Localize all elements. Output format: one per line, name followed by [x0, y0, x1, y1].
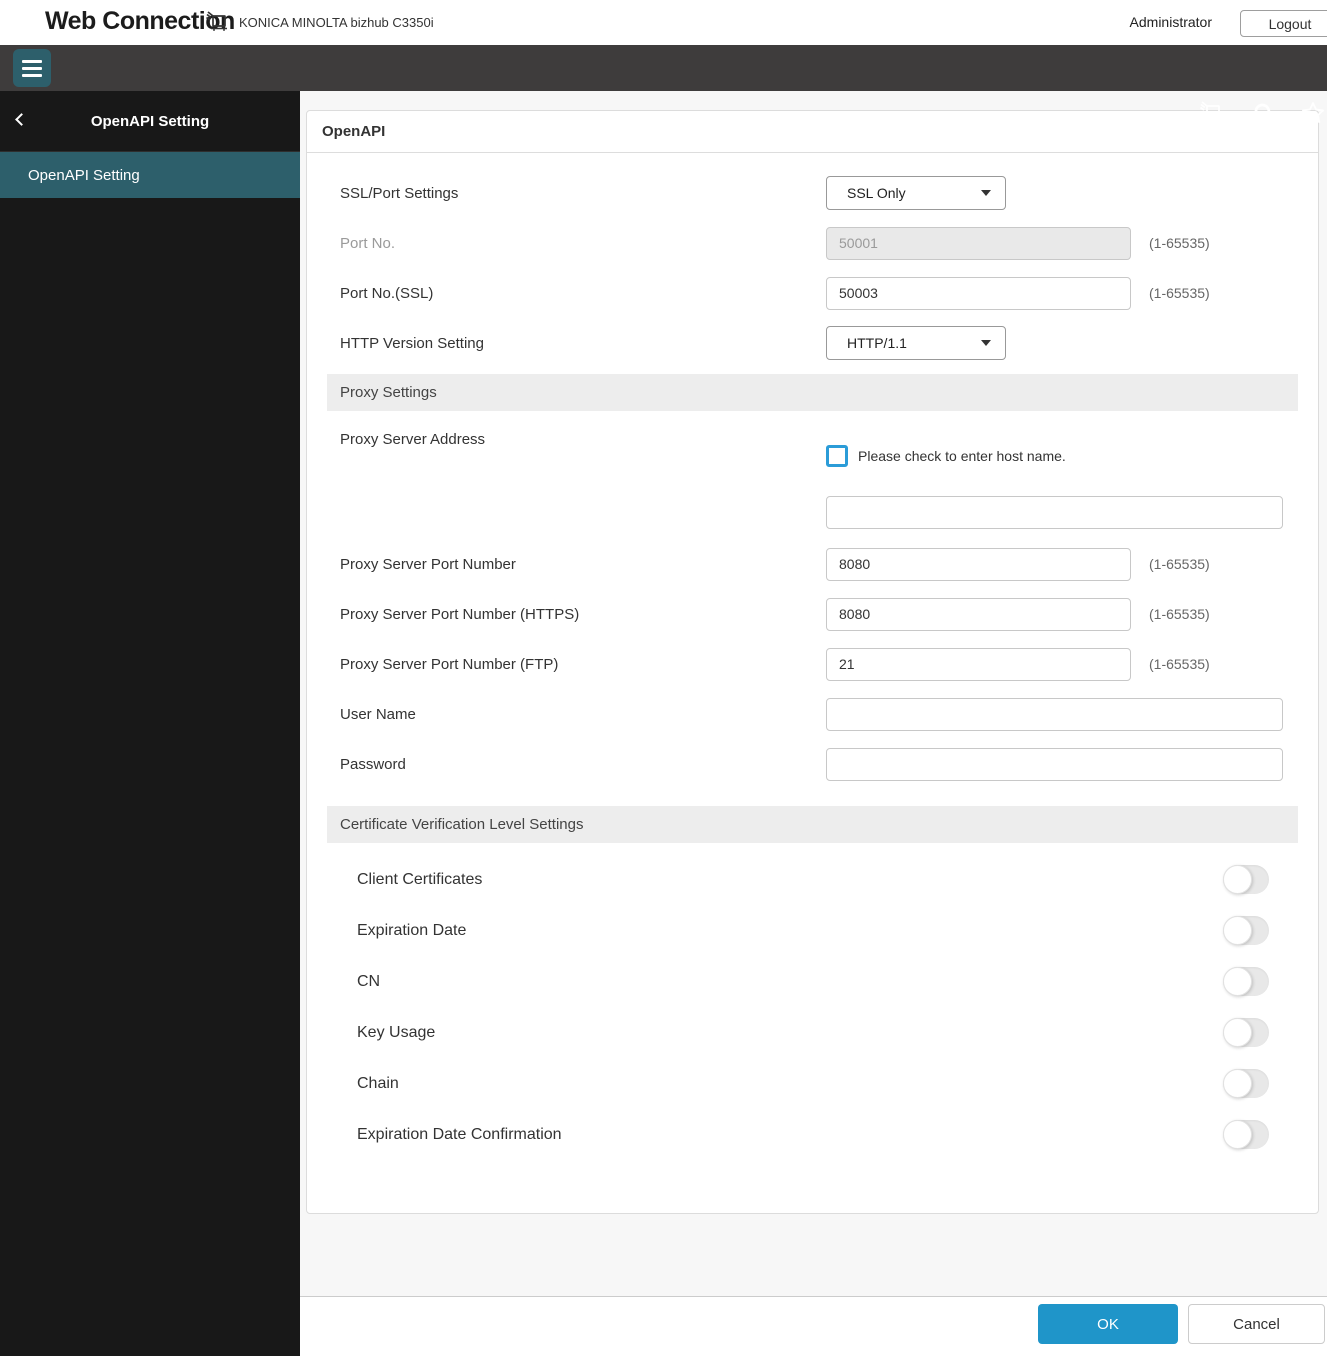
expiration-date-confirmation-label: Expiration Date Confirmation — [357, 1125, 562, 1143]
chain-toggle[interactable] — [1223, 1069, 1269, 1098]
proxy-server-address-input[interactable] — [826, 496, 1283, 529]
device-name: KONICA MINOLTA bizhub C3350i — [239, 14, 434, 30]
cn-row: CN — [307, 956, 1318, 1007]
sidebar-item-label: OpenAPI Setting — [28, 166, 140, 184]
port-no-ssl-label: Port No.(SSL) — [340, 284, 434, 302]
host-name-checkbox-label: Please check to enter host name. — [858, 448, 1066, 464]
client-certificates-label: Client Certificates — [357, 870, 483, 888]
http-version-select[interactable]: HTTP/1.1 — [826, 326, 1006, 360]
host-name-checkbox[interactable] — [826, 445, 848, 467]
toggle-knob — [1223, 1120, 1252, 1149]
proxy-port-https-row: Proxy Server Port Number (HTTPS) (1-6553… — [307, 589, 1318, 639]
footer-action-bar: OK Cancel — [300, 1296, 1327, 1356]
certificate-verification-section-header: Certificate Verification Level Settings — [327, 806, 1298, 843]
proxy-port-range-hint: (1-65535) — [1149, 556, 1210, 572]
port-no-row: Port No. (1-65535) — [307, 218, 1318, 268]
cn-label: CN — [357, 972, 381, 990]
device-printer-icon[interactable] — [1198, 98, 1226, 126]
sidebar-header: OpenAPI Setting — [0, 91, 300, 152]
cn-toggle[interactable] — [1223, 967, 1269, 996]
proxy-port-input[interactable] — [826, 547, 1131, 581]
search-icon[interactable] — [1250, 99, 1278, 127]
user-name-row: User Name — [307, 689, 1318, 739]
hamburger-icon — [22, 59, 42, 63]
certificate-toggle-list: Client Certificates Expiration Date CN K… — [307, 854, 1318, 1160]
sidebar-title: OpenAPI Setting — [90, 112, 210, 130]
toggle-knob — [1223, 1069, 1252, 1098]
password-label: Password — [340, 755, 406, 773]
printer-icon — [205, 9, 231, 35]
toggle-knob — [1223, 967, 1252, 996]
key-usage-label: Key Usage — [357, 1023, 436, 1041]
sidebar: OpenAPI Setting OpenAPI Setting — [0, 91, 300, 1356]
proxy-server-address-label: Proxy Server Address — [340, 431, 486, 448]
password-row: Password — [307, 739, 1318, 789]
expiration-date-row: Expiration Date — [307, 905, 1318, 956]
user-name-label: User Name — [340, 705, 416, 723]
openapi-card: OpenAPI SSL/Port Settings SSL Only Port … — [306, 110, 1319, 1214]
main-content: OpenAPI SSL/Port Settings SSL Only Port … — [300, 91, 1327, 1296]
toggle-knob — [1223, 916, 1252, 945]
page-title: OpenAPI — [307, 111, 1318, 153]
ssl-port-settings-label: SSL/Port Settings — [340, 184, 459, 202]
proxy-port-ftp-row: Proxy Server Port Number (FTP) (1-65535) — [307, 639, 1318, 689]
port-no-ssl-row: Port No.(SSL) (1-65535) — [307, 268, 1318, 318]
proxy-server-address-row: Proxy Server Address Please check to ent… — [307, 411, 1318, 539]
key-usage-row: Key Usage — [307, 1007, 1318, 1058]
port-no-ssl-input[interactable] — [826, 276, 1131, 310]
menu-button[interactable] — [13, 49, 51, 87]
ssl-port-settings-select[interactable]: SSL Only — [826, 176, 1006, 210]
device-info: KONICA MINOLTA bizhub C3350i — [205, 9, 434, 35]
logout-button[interactable]: Logout — [1240, 10, 1327, 37]
client-certificates-row: Client Certificates — [307, 854, 1318, 905]
toggle-knob — [1223, 865, 1252, 894]
expiration-date-toggle[interactable] — [1223, 916, 1269, 945]
key-usage-toggle[interactable] — [1223, 1018, 1269, 1047]
http-version-row: HTTP Version Setting HTTP/1.1 — [307, 318, 1318, 368]
user-role-label: Administrator — [1129, 14, 1212, 30]
ssl-port-settings-value: SSL Only — [847, 185, 906, 201]
favorites-star-icon[interactable] — [1299, 99, 1327, 127]
http-version-value: HTTP/1.1 — [847, 335, 907, 351]
expiration-date-confirmation-row: Expiration Date Confirmation — [307, 1109, 1318, 1160]
proxy-port-ftp-label: Proxy Server Port Number (FTP) — [340, 655, 559, 673]
ssl-port-settings-row: SSL/Port Settings SSL Only — [307, 168, 1318, 218]
port-no-ssl-range-hint: (1-65535) — [1149, 285, 1210, 301]
user-name-input[interactable] — [826, 697, 1283, 731]
proxy-port-row: Proxy Server Port Number (1-65535) — [307, 539, 1318, 589]
proxy-settings-section-header: Proxy Settings — [327, 374, 1298, 411]
openapi-form: SSL/Port Settings SSL Only Port No. (1-6… — [307, 153, 1318, 1160]
toolbar — [0, 45, 1327, 124]
chain-row: Chain — [307, 1058, 1318, 1109]
back-chevron-icon[interactable] — [15, 113, 28, 126]
client-certificates-toggle[interactable] — [1223, 865, 1269, 894]
chevron-down-icon — [981, 340, 991, 346]
proxy-port-ftp-input[interactable] — [826, 647, 1131, 681]
proxy-port-label: Proxy Server Port Number — [340, 555, 516, 573]
proxy-port-https-range-hint: (1-65535) — [1149, 606, 1210, 622]
cancel-button[interactable]: Cancel — [1188, 1304, 1325, 1344]
expiration-date-confirmation-toggle[interactable] — [1223, 1120, 1269, 1149]
expiration-date-label: Expiration Date — [357, 921, 467, 939]
ok-button[interactable]: OK — [1038, 1304, 1178, 1344]
toggle-knob — [1223, 1018, 1252, 1047]
proxy-port-https-label: Proxy Server Port Number (HTTPS) — [340, 605, 580, 623]
chevron-down-icon — [981, 190, 991, 196]
app-header: Web Connection KONICA MINOLTA bizhub C33… — [0, 0, 1327, 45]
sidebar-item-openapi-setting[interactable]: OpenAPI Setting — [0, 152, 300, 198]
port-no-label: Port No. — [340, 234, 396, 252]
password-input[interactable] — [826, 747, 1283, 781]
http-version-label: HTTP Version Setting — [340, 334, 484, 352]
chain-label: Chain — [357, 1074, 399, 1092]
proxy-port-https-input[interactable] — [826, 597, 1131, 631]
proxy-port-ftp-range-hint: (1-65535) — [1149, 656, 1210, 672]
port-no-input — [826, 226, 1131, 260]
port-no-range-hint: (1-65535) — [1149, 235, 1210, 251]
